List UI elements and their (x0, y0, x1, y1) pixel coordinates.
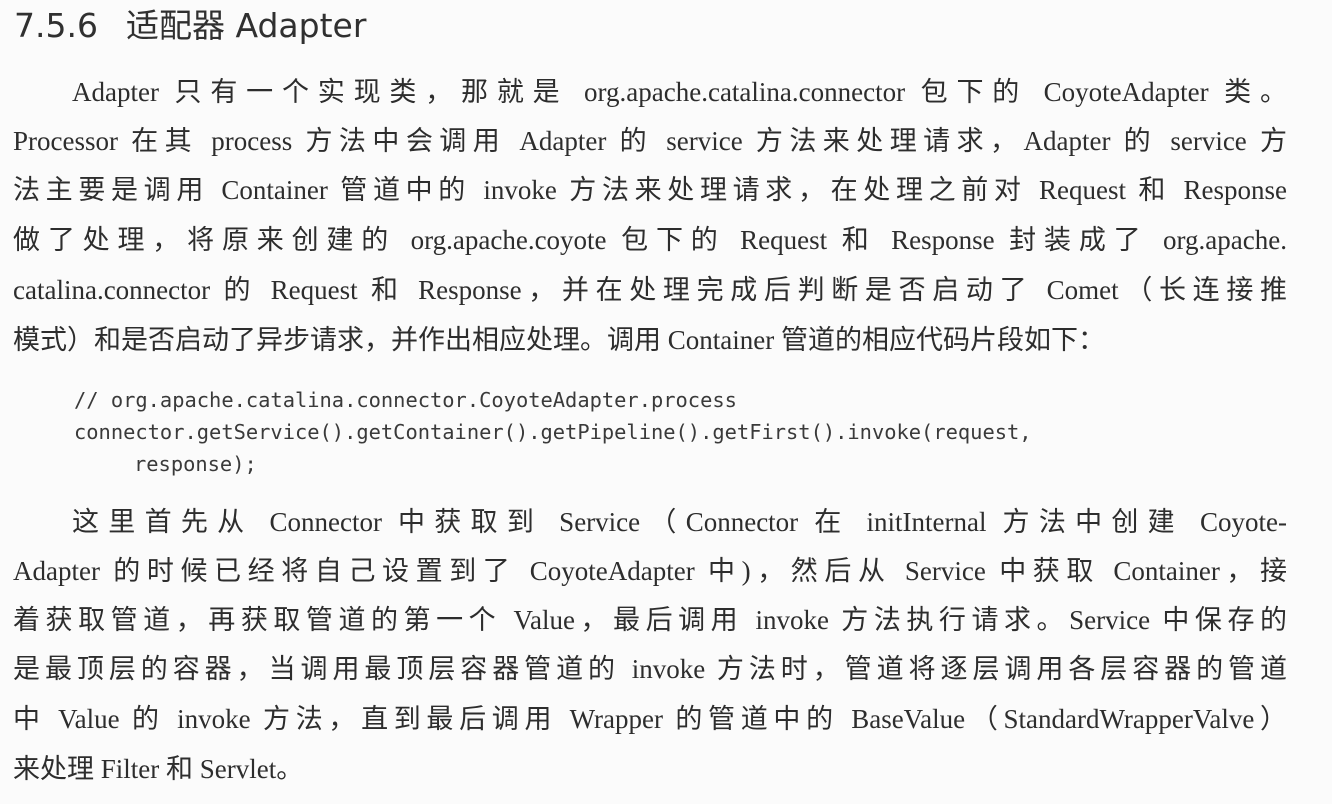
section-title: 适配器 Adapter (126, 6, 367, 45)
paragraph-line: Adapter 的时候已经将自己设置到了 CoyoteAdapter 中)，然后… (13, 556, 1287, 586)
paragraph-line: 法主要是调用 Container 管道中的 invoke 方法来处理请求，在处理… (13, 175, 1287, 205)
paragraph-line: 是最顶层的容器，当调用最顶层容器管道的 invoke 方法时，管道将逐层调用各层… (13, 654, 1287, 684)
paragraph-line: 着获取管道，再获取管道的第一个 Value，最后调用 invoke 方法执行请求… (13, 605, 1287, 635)
paragraph-line: Processor 在其 process 方法中会调用 Adapter 的 se… (13, 126, 1287, 156)
code-comment-line: // org.apache.catalina.connector.CoyoteA… (74, 388, 737, 412)
section-number: 7.5.6 (14, 6, 98, 45)
section-heading: 7.5.6 适配器 Adapter (14, 4, 366, 48)
paragraph-line: 中 Value 的 invoke 方法，直到最后调用 Wrapper 的管道中的… (13, 704, 1287, 734)
code-line: connector.getService().getContainer().ge… (74, 420, 1032, 444)
paragraph-line: 模式）和是否启动了异步请求，并作出相应处理。调用 Container 管道的相应… (13, 325, 1105, 355)
paragraph-line: 来处理 Filter 和 Servlet。 (13, 754, 304, 784)
paragraph-line: Adapter 只有一个实现类，那就是 org.apache.catalina.… (72, 77, 1287, 107)
paragraph-line: 这里首先从 Connector 中获取到 Service（Connector 在… (72, 507, 1287, 537)
paragraph-line: 做了处理，将原来创建的 org.apache.coyote 包下的 Reques… (13, 225, 1287, 255)
code-line-continuation: response); (134, 452, 257, 476)
book-page: 7.5.6 适配器 Adapter Adapter 只有一个实现类，那就是 org… (0, 0, 1332, 804)
paragraph-line: catalina.connector 的 Request 和 Response，… (13, 275, 1287, 305)
